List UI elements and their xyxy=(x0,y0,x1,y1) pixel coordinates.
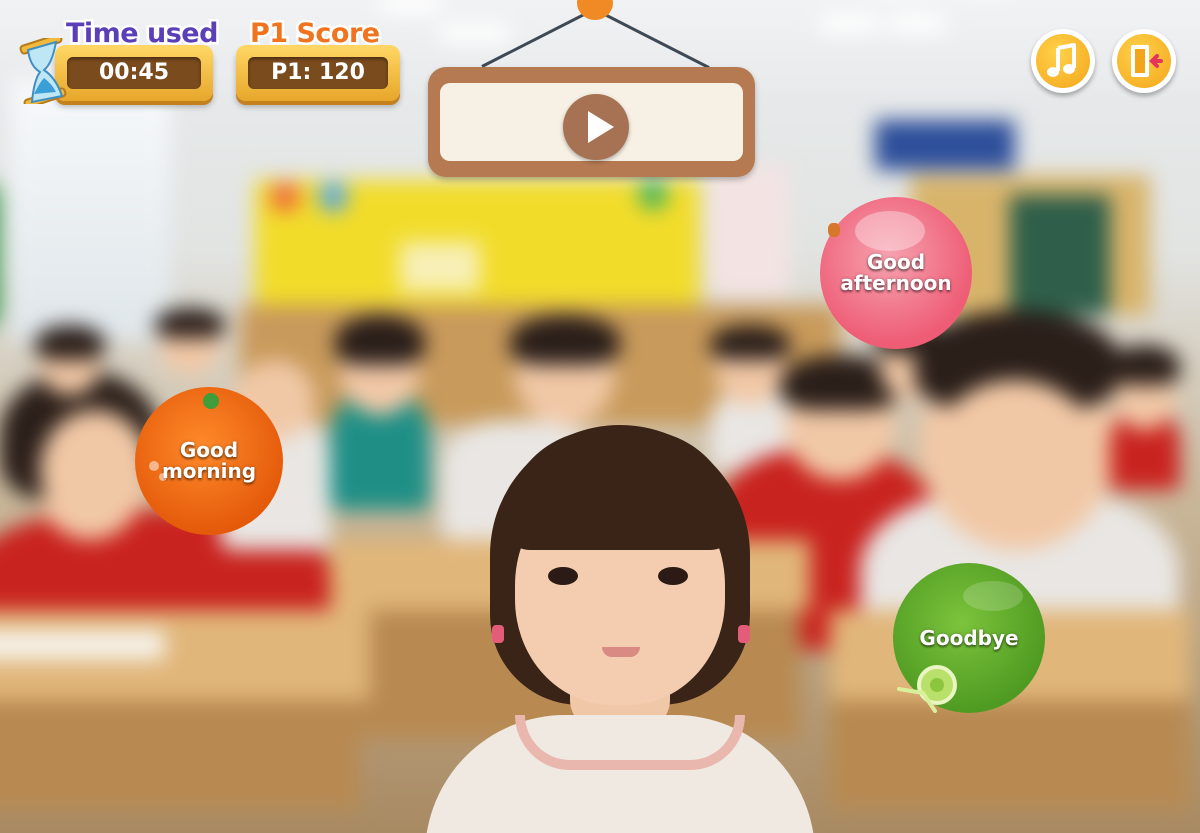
answer-label: Goodbye xyxy=(919,625,1019,650)
girl-photo xyxy=(420,425,820,833)
answer-goodbye[interactable]: Goodbye xyxy=(893,563,1045,713)
answer-label: Good afternoon xyxy=(840,250,952,295)
lime-slice-icon xyxy=(897,665,957,713)
music-note-icon xyxy=(1047,43,1076,77)
score-box: P1: 120 xyxy=(236,45,400,101)
answer-good-morning[interactable]: Good morning xyxy=(135,387,283,535)
music-toggle-button[interactable] xyxy=(1031,29,1095,93)
time-value: 00:45 xyxy=(67,57,201,89)
hourglass-icon xyxy=(19,38,67,104)
exit-door-icon xyxy=(1131,45,1163,77)
answer-good-afternoon[interactable]: Good afternoon xyxy=(820,197,972,349)
time-box: 00:45 xyxy=(55,45,213,101)
exit-button[interactable] xyxy=(1112,29,1176,93)
answer-label: Good morning xyxy=(161,438,257,483)
play-audio-button[interactable] xyxy=(563,94,629,160)
score-value: P1: 120 xyxy=(248,57,388,89)
